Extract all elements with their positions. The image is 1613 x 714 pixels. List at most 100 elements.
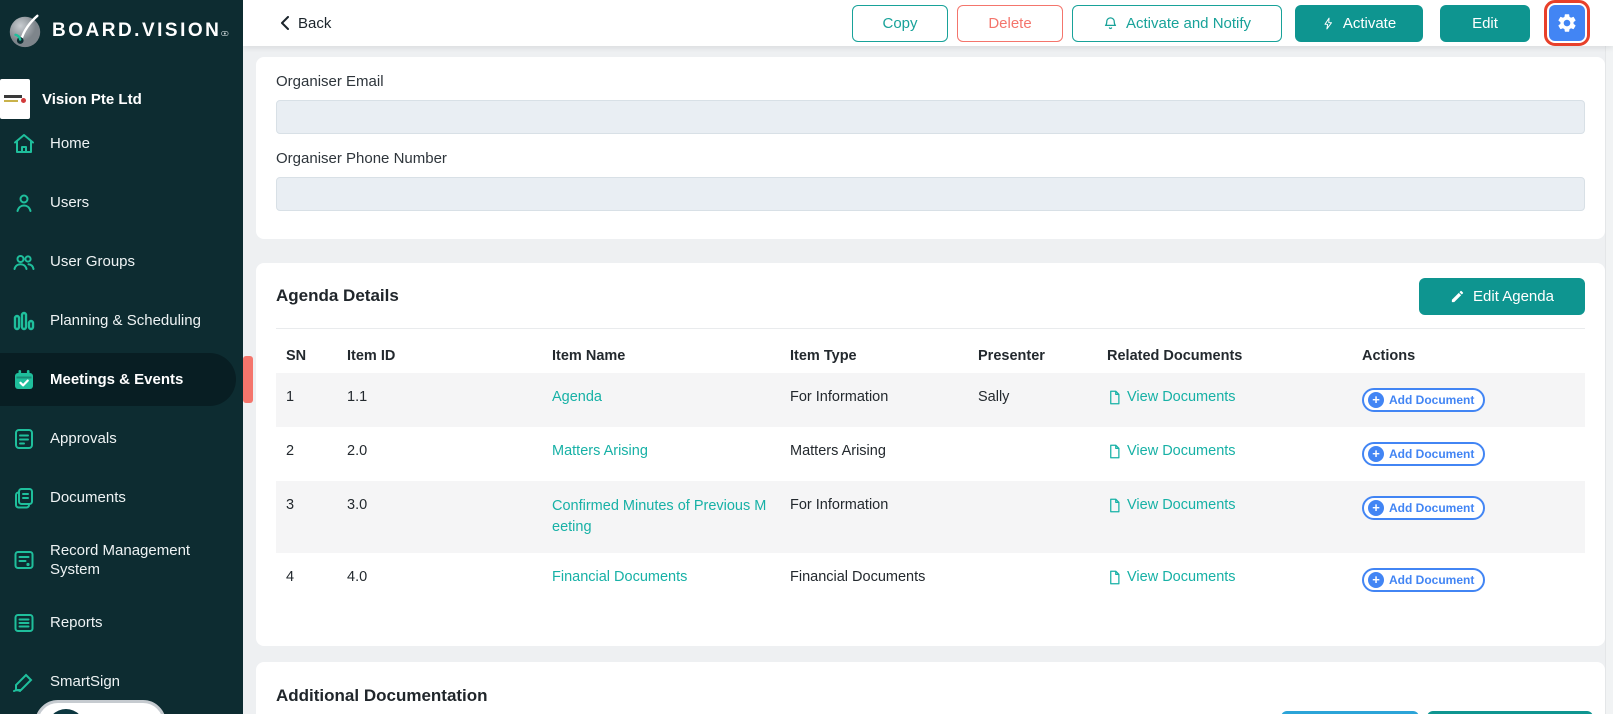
activate-and-notify-button[interactable]: Activate and Notify (1072, 4, 1282, 42)
add-document-button[interactable]: + Add Document (1362, 388, 1486, 412)
cell-presenter (968, 553, 1097, 607)
app-root: BOARD.VISION Vision Pte Ltd Home Users U… (0, 0, 1613, 714)
back-button[interactable]: Back (280, 15, 331, 32)
org-name: Vision Pte Ltd (42, 90, 142, 108)
item-name-link[interactable]: Matters Arising (552, 443, 648, 459)
cell-item-id: 4.0 (347, 569, 368, 585)
sidebar-item-users[interactable]: Users (0, 173, 243, 232)
column-item-name: Item Name (552, 348, 626, 364)
brand-row: BOARD.VISION (0, 0, 243, 62)
item-name-link[interactable]: Agenda (552, 389, 602, 405)
agenda-details-title: Agenda Details (276, 286, 399, 305)
pencil-icon (1451, 290, 1464, 302)
plus-circle-icon: + (1368, 446, 1384, 462)
active-item-indicator (243, 356, 253, 403)
user-icon (12, 191, 36, 215)
bar-chart-icon (12, 309, 36, 333)
sidebar-collapse-toggle-icon[interactable] (221, 23, 229, 39)
chevron-left-icon (281, 16, 289, 30)
file-icon (1110, 444, 1120, 459)
reports-list-icon (12, 611, 36, 635)
sidebar-item-user-groups[interactable]: User Groups (0, 232, 243, 291)
toolbar-actions: Copy Delete Activate and Notify Activate… (852, 0, 1590, 46)
cell-item-id: 2.0 (347, 443, 368, 459)
file-icon (1110, 570, 1120, 585)
agenda-row-3: 3 3.0 Confirmed Minutes of Previous Meet… (276, 481, 1585, 553)
sidebar-item-documents[interactable]: Documents (0, 468, 243, 527)
sidebar-nav: Home Users User Groups Planning & Schedu… (0, 114, 253, 711)
agenda-row-2: 2 2.0 Matters Arising Matters Arising Vi… (276, 427, 1585, 481)
organiser-email-input[interactable] (276, 100, 1585, 134)
org-logo (0, 79, 30, 119)
cell-presenter (968, 481, 1097, 553)
column-actions: Actions (1362, 348, 1416, 364)
organiser-phone-label: Organiser Phone Number (276, 150, 447, 167)
delete-button[interactable]: Delete (957, 4, 1063, 42)
cell-sn: 4 (286, 569, 295, 585)
boardvision-logo-icon (6, 12, 44, 50)
cell-sn: 2 (286, 443, 295, 459)
sidebar-item-planning-scheduling[interactable]: Planning & Scheduling (0, 291, 243, 350)
pen-icon (12, 670, 36, 694)
column-related-documents: Related Documents (1107, 348, 1243, 364)
file-icon (1110, 498, 1120, 513)
view-documents-link[interactable]: View Documents (1107, 496, 1236, 515)
column-item-id: Item ID (347, 348, 396, 364)
agenda-table: SN Item ID Item Name Item Type Presenter… (276, 339, 1585, 607)
cell-item-type: For Information (780, 373, 968, 427)
record-management-icon (12, 548, 36, 572)
agenda-details-card: Agenda Details Edit Agenda SN Item ID It… (256, 263, 1605, 646)
add-document-button[interactable]: + Add Document (1362, 496, 1486, 520)
cell-item-id: 1.1 (337, 373, 542, 427)
main-area: Back Copy Delete Activate and Notify Act… (243, 0, 1613, 714)
item-name-link[interactable]: Financial Documents (552, 569, 687, 585)
brand-name: BOARD.VISION (52, 20, 222, 41)
add-document-button[interactable]: + Add Document (1362, 568, 1486, 592)
calendar-check-icon (12, 368, 36, 392)
item-name-link[interactable]: Confirmed Minutes of Previous Meeting (552, 496, 770, 538)
sidebar-item-reports[interactable]: Reports (0, 593, 243, 652)
additional-documentation-card: Additional Documentation Add Document (256, 662, 1605, 714)
lightning-icon (1324, 17, 1332, 29)
assistant-bubble-icon (47, 709, 85, 714)
assistant-widget[interactable] (35, 700, 166, 714)
view-documents-link[interactable]: View Documents (1107, 568, 1236, 587)
edit-agenda-button[interactable]: Edit Agenda (1419, 277, 1585, 315)
view-documents-link[interactable]: View Documents (1107, 388, 1236, 407)
cell-presenter (968, 427, 1097, 481)
user-groups-icon (12, 250, 36, 274)
top-toolbar: Back Copy Delete Activate and Notify Act… (243, 0, 1613, 46)
sidebar-item-record-management-system[interactable]: Record Management System (0, 527, 243, 593)
organiser-phone-input[interactable] (276, 177, 1585, 211)
add-document-button[interactable]: + Add Document (1362, 442, 1486, 466)
column-item-type: Item Type (790, 348, 857, 364)
divider (276, 328, 1585, 329)
scrollbar[interactable] (1605, 46, 1613, 714)
column-presenter: Presenter (978, 348, 1045, 364)
activate-button[interactable]: Activate (1295, 4, 1423, 42)
copy-button[interactable]: Copy (852, 4, 948, 42)
plus-circle-icon: + (1368, 392, 1384, 408)
page-content: Organiser Email Organiser Phone Number A… (243, 46, 1613, 714)
column-sn: SN (286, 348, 307, 364)
agenda-table-header-row: SN Item ID Item Name Item Type Presenter… (276, 339, 1585, 373)
cell-item-type: Matters Arising (790, 443, 886, 459)
plus-circle-icon: + (1368, 572, 1384, 588)
view-documents-link[interactable]: View Documents (1107, 442, 1236, 461)
organiser-card: Organiser Email Organiser Phone Number (256, 57, 1605, 239)
sidebar-item-home[interactable]: Home (0, 114, 243, 173)
back-label: Back (298, 14, 332, 32)
settings-gear-wrap (1544, 0, 1590, 46)
gear-icon (1558, 14, 1576, 32)
settings-gear-button[interactable] (1549, 5, 1585, 41)
home-icon (12, 132, 36, 156)
edit-button[interactable]: Edit (1440, 4, 1530, 42)
bell-icon (1104, 16, 1117, 29)
cell-item-type: For Information (780, 481, 968, 553)
sidebar-item-meetings-events[interactable]: Meetings & Events (0, 350, 253, 409)
sidebar-item-approvals[interactable]: Approvals (0, 409, 243, 468)
approvals-document-icon (12, 427, 36, 451)
additional-documentation-title: Additional Documentation (276, 686, 488, 705)
cell-sn: 1 (276, 373, 337, 427)
cell-presenter: Sally (968, 373, 1097, 427)
